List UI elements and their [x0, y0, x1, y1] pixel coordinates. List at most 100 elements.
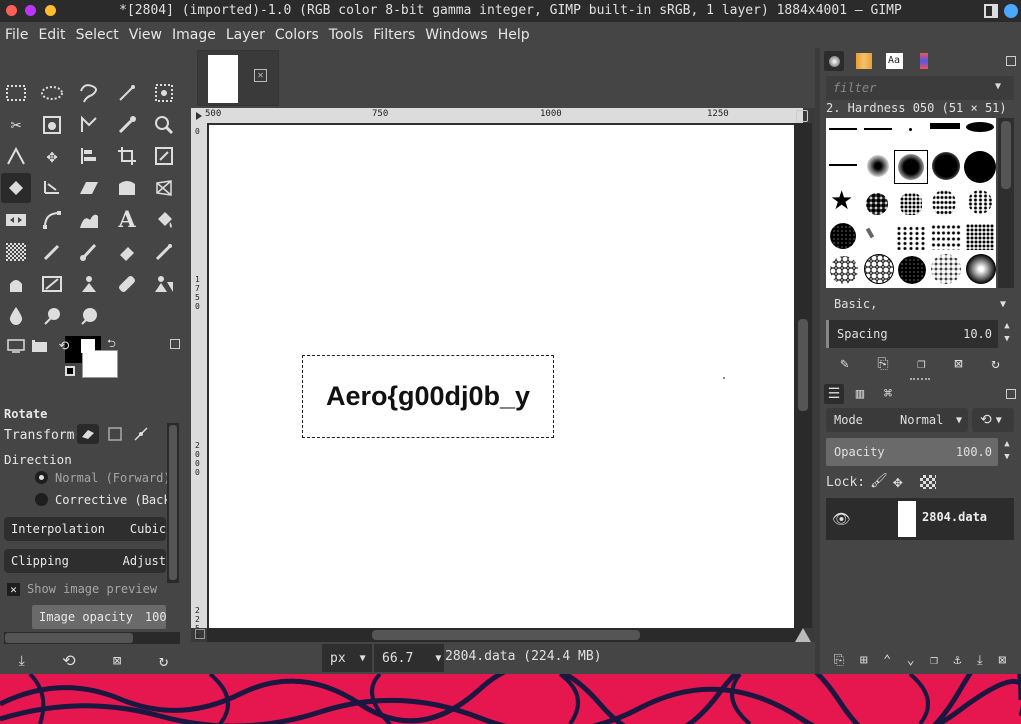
delete-brush-icon[interactable]: ⊠ [954, 356, 962, 372]
brush-item[interactable] [968, 190, 992, 214]
foreground-select-icon[interactable] [37, 110, 67, 140]
rotate-icon[interactable] [1, 173, 31, 203]
select-by-color-icon[interactable] [149, 78, 179, 108]
airbrush-icon[interactable] [149, 237, 179, 267]
brushes-tab-icon[interactable] [824, 51, 844, 71]
eraser-icon[interactable] [112, 237, 142, 267]
transform-path-button[interactable] [131, 425, 151, 443]
reset-options-icon[interactable]: ↻ [159, 651, 169, 670]
brush-item[interactable] [829, 164, 857, 166]
brush-grid[interactable]: ★ [826, 118, 996, 288]
new-layer-icon[interactable]: ⎘ [834, 653, 844, 668]
selection-marquee[interactable]: Aero{g00dj0b_y [302, 355, 554, 438]
brush-grid-vscroll[interactable] [998, 118, 1014, 288]
channels-tab-icon[interactable]: ▥ [850, 384, 870, 404]
navigate-icon[interactable] [796, 110, 808, 122]
lower-layer-icon[interactable]: ⌄ [907, 653, 915, 668]
images-tab-icon[interactable] [76, 335, 100, 357]
save-options-icon[interactable]: ⤓ [19, 653, 25, 669]
brush-item[interactable] [864, 254, 894, 284]
brush-item[interactable] [830, 256, 858, 284]
menu-colors[interactable]: Colors [274, 27, 326, 43]
document-history-tab-icon[interactable] [914, 51, 934, 71]
align-icon[interactable] [74, 141, 104, 171]
brush-item[interactable] [909, 128, 912, 131]
brush-item[interactable]: ★ [830, 186, 853, 216]
clone-icon[interactable] [74, 269, 104, 299]
image-tab[interactable]: ✕ [197, 50, 279, 106]
brush-item[interactable] [867, 155, 889, 177]
mypaint-brush-icon[interactable] [37, 269, 67, 299]
menu-edit[interactable]: Edit [37, 27, 72, 43]
brush-item[interactable] [966, 224, 994, 250]
lock-position-icon[interactable]: ✥ [893, 472, 903, 491]
restore-options-icon[interactable]: ⟲ [62, 651, 75, 670]
delete-layer-icon[interactable]: ⊠ [998, 653, 1006, 668]
close-image-icon[interactable]: ✕ [254, 69, 267, 82]
dodge-burn-icon[interactable] [74, 301, 104, 331]
brush-item[interactable] [894, 150, 928, 184]
spacing-stepper[interactable]: ▲ ▼ [1000, 320, 1014, 348]
duplicate-layer-icon[interactable]: ❐ [930, 653, 938, 668]
pencil-icon[interactable] [37, 237, 67, 267]
window-menu-icon[interactable] [984, 4, 998, 18]
image-layer[interactable]: Aero{g00dj0b_y [209, 125, 794, 628]
paintbrush-icon[interactable] [74, 237, 104, 267]
image-canvas[interactable]: Aero{g00dj0b_y [207, 123, 801, 628]
edit-brush-icon[interactable]: ✎ [840, 356, 848, 372]
dock-menu-icon[interactable] [1006, 56, 1016, 66]
flip-icon[interactable] [1, 205, 31, 235]
heal-icon[interactable] [112, 269, 142, 299]
blur-icon[interactable] [1, 301, 31, 331]
brush-item[interactable] [966, 254, 996, 284]
brush-item[interactable] [931, 254, 961, 284]
direction-normal-radio[interactable] [35, 471, 48, 484]
brush-item[interactable] [866, 193, 888, 215]
new-brush-icon[interactable]: ⎘ [877, 356, 888, 372]
warp-transform-icon[interactable] [37, 173, 67, 203]
chevron-down-icon[interactable]: ▼ [995, 81, 1001, 92]
menu-filters[interactable]: Filters [372, 27, 422, 43]
device-status-tab-icon[interactable] [28, 335, 52, 357]
menu-file[interactable]: File [4, 27, 35, 43]
measure-icon[interactable] [1, 141, 31, 171]
brush-item[interactable] [932, 152, 960, 180]
undo-history-tab-icon[interactable]: ⟲ [52, 335, 76, 357]
raise-layer-icon[interactable]: ⌃ [883, 653, 891, 668]
menu-tools[interactable]: Tools [328, 27, 371, 43]
eye-icon[interactable]: 👁 [832, 510, 851, 528]
tool-options-tab-icon[interactable] [4, 335, 28, 357]
paths-icon[interactable] [74, 110, 104, 140]
brush-item[interactable] [896, 226, 926, 250]
brush-item[interactable] [966, 122, 994, 132]
duplicate-brush-icon[interactable]: ❐ [917, 356, 925, 372]
zoom-select[interactable]: 66.7 ▼ [374, 644, 444, 672]
shear-icon[interactable] [74, 173, 104, 203]
interpolation-select[interactable]: Interpolation Cubic [4, 517, 166, 541]
menu-help[interactable]: Help [497, 27, 537, 43]
window-dot-icon[interactable] [1004, 4, 1018, 18]
brush-item[interactable] [930, 123, 960, 129]
scissors-icon[interactable]: ✂ [1, 110, 31, 140]
rect-select-icon[interactable] [1, 78, 31, 108]
new-layer-group-icon[interactable]: ⊞ [860, 653, 868, 668]
brush-item[interactable] [829, 128, 857, 130]
canvas-vscroll[interactable] [794, 123, 812, 628]
merge-layer-icon[interactable]: ⤓ [977, 653, 983, 668]
unit-select[interactable]: px ▼ [322, 644, 372, 672]
bucket-fill-icon[interactable] [149, 205, 179, 235]
brush-item[interactable] [865, 227, 875, 239]
move-icon[interactable]: ✥ [37, 141, 67, 171]
spacing-slider[interactable]: Spacing 10.0 [826, 320, 998, 348]
layer-opacity-stepper[interactable]: ▲ ▼ [1000, 438, 1014, 466]
clipping-select[interactable]: Clipping Adjust [4, 549, 166, 573]
layer-mode-select[interactable]: Mode Normal ▼ [826, 408, 968, 432]
brush-filter-input[interactable]: filter [826, 76, 1014, 100]
brush-category-select[interactable]: Basic, ▼ [826, 292, 1014, 316]
patterns-tab-icon[interactable] [854, 51, 874, 71]
tool-options-hscroll[interactable] [4, 632, 180, 644]
unified-transform-icon[interactable] [149, 141, 179, 171]
menu-windows[interactable]: Windows [424, 27, 495, 43]
refresh-brushes-icon[interactable]: ↻ [991, 356, 999, 372]
layer-composite-select[interactable]: ⟲ ▼ [972, 408, 1014, 432]
